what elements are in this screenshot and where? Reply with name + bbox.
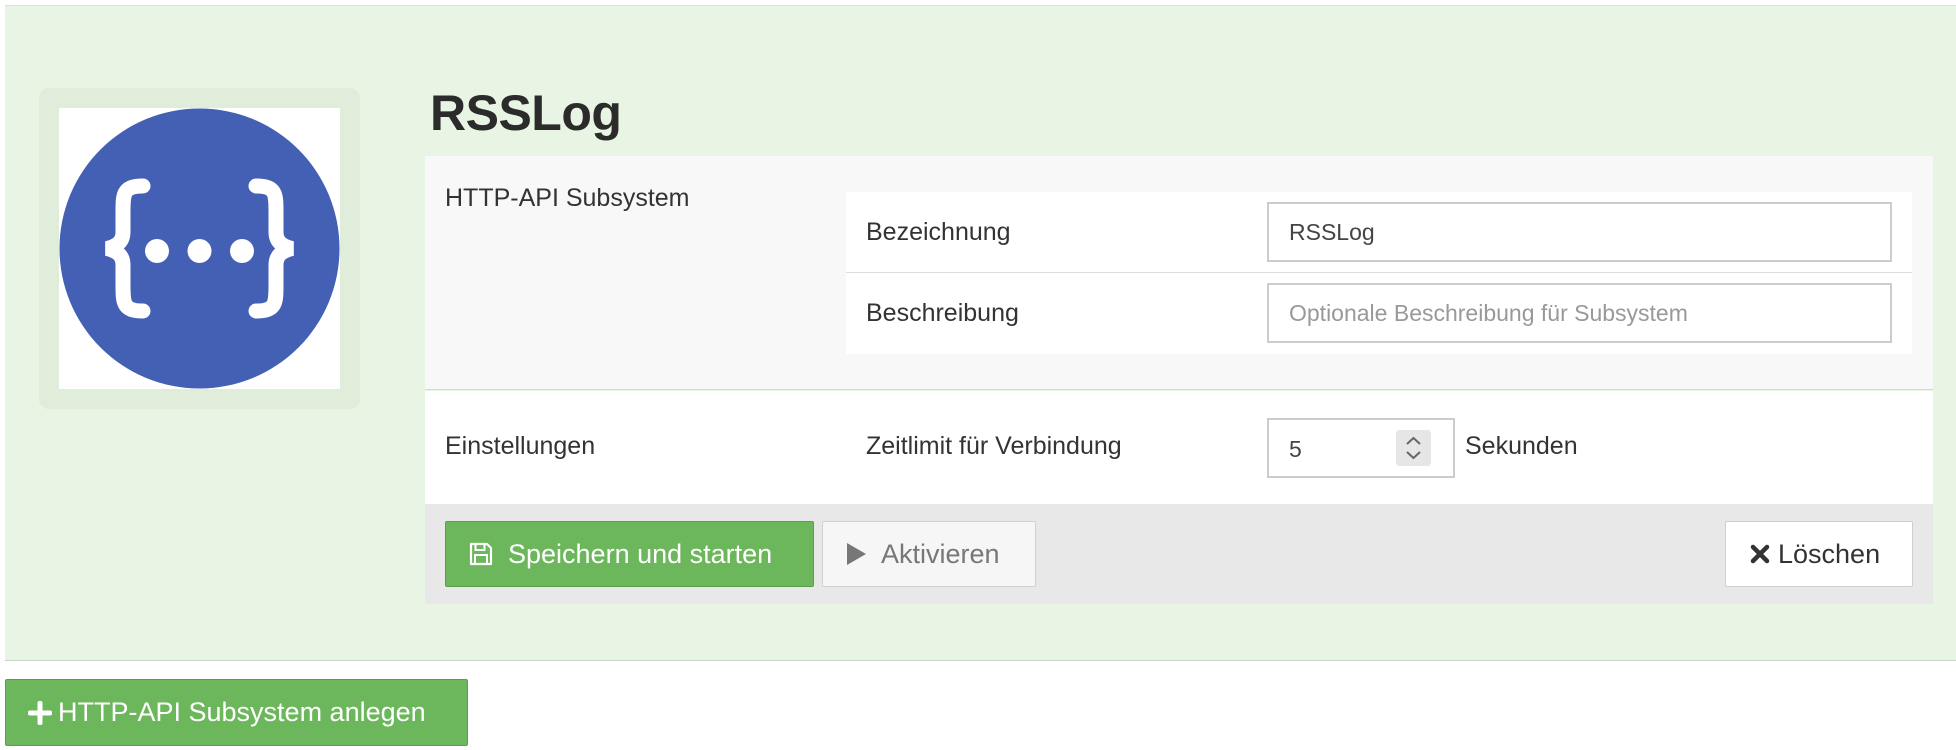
json-braces-icon — [59, 108, 340, 389]
subsystem-fields-table: Bezeichnung Beschreibung — [846, 192, 1912, 354]
add-subsystem-label: HTTP-API Subsystem anlegen — [58, 697, 426, 727]
description-label: Beschreibung — [866, 299, 1019, 327]
subsystem-icon-frame — [59, 108, 340, 389]
timeout-value: 5 — [1289, 436, 1302, 462]
page-title: RSSLog — [430, 85, 622, 141]
subsystem-type-label: HTTP-API Subsystem — [445, 184, 690, 212]
delete-button[interactable]: Löschen — [1725, 521, 1913, 587]
action-bar: Speichern und starten Aktivieren Löschen — [425, 504, 1933, 604]
chevron-up-icon[interactable] — [1406, 436, 1421, 445]
save-button-label: Speichern und starten — [508, 538, 773, 569]
description-input[interactable] — [1267, 283, 1892, 343]
close-icon — [1750, 544, 1770, 564]
chevron-down-icon[interactable] — [1406, 451, 1421, 460]
delete-button-label: Löschen — [1778, 538, 1881, 569]
designation-label: Bezeichnung — [866, 218, 1011, 246]
timeout-label: Zeitlimit für Verbindung — [866, 432, 1122, 460]
timeout-stepper[interactable]: 5 — [1267, 418, 1455, 478]
save-and-start-button[interactable]: Speichern und starten — [445, 521, 814, 587]
floppy-disk-icon — [468, 541, 494, 567]
designation-row: Bezeichnung — [846, 192, 1912, 273]
settings-label: Einstellungen — [445, 432, 596, 460]
activate-button[interactable]: Aktivieren — [822, 521, 1036, 587]
stepper-arrows[interactable] — [1396, 430, 1431, 466]
plus-icon — [28, 700, 52, 725]
subsystem-section: HTTP-API Subsystem Bezeichnung Beschreib… — [425, 156, 1933, 390]
add-subsystem-button[interactable]: HTTP-API Subsystem anlegen — [5, 679, 468, 746]
description-row: Beschreibung — [846, 273, 1912, 354]
timeout-unit: Sekunden — [1465, 432, 1578, 460]
designation-input[interactable] — [1267, 202, 1892, 262]
settings-section: Einstellungen Zeitlimit für Verbindung 5… — [425, 391, 1933, 504]
activate-button-label: Aktivieren — [881, 538, 1000, 569]
play-icon — [845, 542, 867, 566]
subsystem-icon-card — [39, 88, 360, 409]
